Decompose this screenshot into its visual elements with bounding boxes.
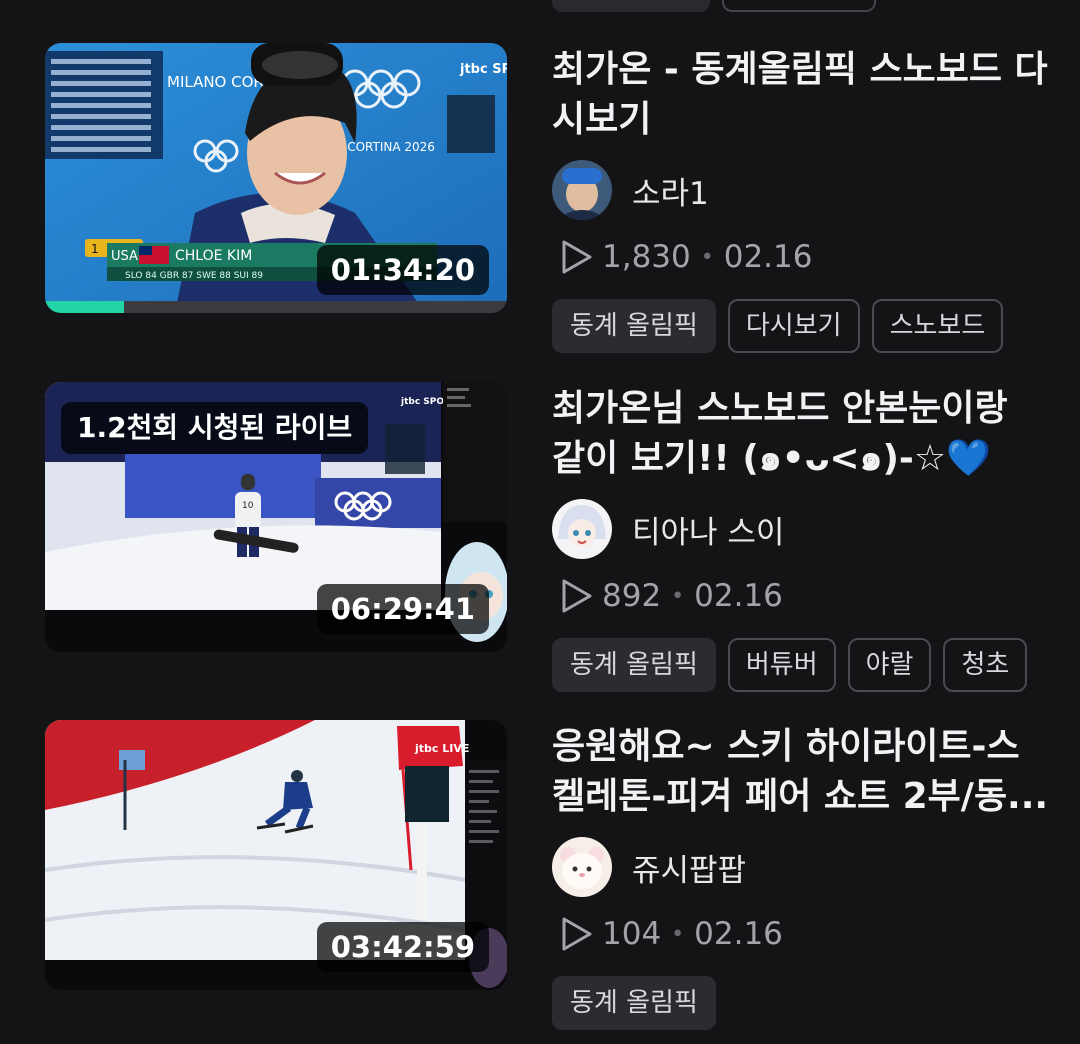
tag-chip[interactable]: 동계 올림픽 [552, 638, 716, 692]
video-info: 최가온 - 동계올림픽 스노보드 다시보기 소라1 1,830 • 02.16 … [552, 45, 1052, 353]
rank-label: 1 [91, 242, 99, 256]
video-info: 최가온님 스노보드 안본눈이랑 같이 보기!! (๑•ᴗ<๑)-☆💙 티아나 스… [552, 384, 1052, 692]
play-outline-icon [562, 579, 592, 613]
video-thumbnail[interactable]: MILANO CORTINA 2026 NO CORTINA 2026 jtbc… [45, 43, 507, 313]
video-stats: 104 • 02.16 [552, 914, 1052, 954]
tag-list: 동계 올림픽 다시보기 스노보드 [552, 299, 1052, 353]
broadcaster-logo: jtbc SPORTS LIVE [459, 62, 507, 77]
separator-dot: • [671, 921, 685, 947]
upload-date: 02.16 [723, 239, 813, 275]
video-item[interactable]: jtbc LIVE 03:42:59 응원해요~ 스키 하이라이트-스켈레톤-피… [0, 720, 1080, 1030]
video-info: 응원해요~ 스키 하이라이트-스켈레톤-피겨 페어 쇼트 2부/동... 쥬시팝… [552, 722, 1052, 1030]
separator-dot: • [671, 583, 685, 609]
video-stats: 892 • 02.16 [552, 576, 1052, 616]
broadcaster-logo: jtbc LIVE [414, 742, 469, 755]
video-item[interactable]: 10 jtbc SPORTS LIVE 1.2천회 시청된 라이브 06:29:… [0, 382, 1080, 692]
tag-partial[interactable] [722, 0, 876, 12]
tag-chip[interactable]: 동계 올림픽 [552, 299, 716, 353]
previous-item-tags [552, 0, 876, 12]
tag-partial[interactable] [552, 0, 710, 12]
scoreboard-label: SLO 84 GBR 87 SWE 88 SUI 89 [125, 271, 263, 281]
view-count: 892 [602, 578, 662, 614]
channel-name[interactable]: 소라1 [632, 168, 709, 213]
channel-avatar[interactable] [552, 160, 612, 220]
video-title[interactable]: 응원해요~ 스키 하이라이트-스켈레톤-피겨 페어 쇼트 2부/동... [552, 722, 1052, 822]
upload-date: 02.16 [694, 916, 783, 952]
live-view-badge: 1.2천회 시청된 라이브 [61, 402, 369, 454]
tag-chip[interactable]: 버튜버 [727, 638, 836, 692]
channel-row[interactable]: 소라1 [552, 159, 1052, 221]
athlete-label: CHLOE KIM [175, 248, 252, 264]
tag-list: 동계 올림픽 버튜버 야랄 청초 [552, 638, 1052, 692]
channel-row[interactable]: 티아나 스이 [552, 498, 1052, 560]
tag-chip[interactable]: 야랄 [847, 638, 932, 692]
play-outline-icon [562, 917, 592, 951]
video-list-page: MILANO CORTINA 2026 NO CORTINA 2026 jtbc… [0, 0, 1080, 1044]
play-outline-icon [562, 240, 592, 274]
video-title[interactable]: 최가온 - 동계올림픽 스노보드 다시보기 [552, 45, 1052, 145]
tag-chip[interactable]: 다시보기 [727, 299, 860, 353]
channel-row[interactable]: 쥬시팝팝 [552, 836, 1052, 898]
separator-dot: • [700, 244, 714, 270]
nation-label: USA [111, 249, 138, 264]
video-duration: 01:34:20 [316, 245, 489, 295]
upload-date: 02.16 [694, 578, 783, 614]
tag-chip[interactable]: 동계 올림픽 [552, 976, 716, 1030]
video-title[interactable]: 최가온님 스노보드 안본눈이랑 같이 보기!! (๑•ᴗ<๑)-☆💙 [552, 384, 1052, 484]
view-count: 1,830 [602, 239, 691, 275]
video-thumbnail[interactable]: jtbc LIVE 03:42:59 [45, 720, 507, 990]
channel-avatar[interactable] [552, 499, 612, 559]
tag-chip[interactable]: 스노보드 [871, 299, 1004, 353]
bib-number: 10 [242, 501, 254, 511]
watch-progress-fill [45, 301, 124, 313]
watch-progress-bar [45, 301, 507, 313]
video-item[interactable]: MILANO CORTINA 2026 NO CORTINA 2026 jtbc… [0, 43, 1080, 353]
tag-chip[interactable]: 청초 [943, 638, 1028, 692]
video-duration: 06:29:41 [316, 584, 489, 634]
video-thumbnail[interactable]: 10 jtbc SPORTS LIVE 1.2천회 시청된 라이브 06:29:… [45, 382, 507, 652]
channel-name[interactable]: 쥬시팝팝 [632, 845, 746, 890]
channel-avatar[interactable] [552, 837, 612, 897]
channel-name[interactable]: 티아나 스이 [632, 507, 784, 552]
video-duration: 03:42:59 [316, 922, 489, 972]
tag-list: 동계 올림픽 [552, 976, 1052, 1030]
view-count: 104 [602, 916, 662, 952]
video-stats: 1,830 • 02.16 [552, 237, 1052, 277]
